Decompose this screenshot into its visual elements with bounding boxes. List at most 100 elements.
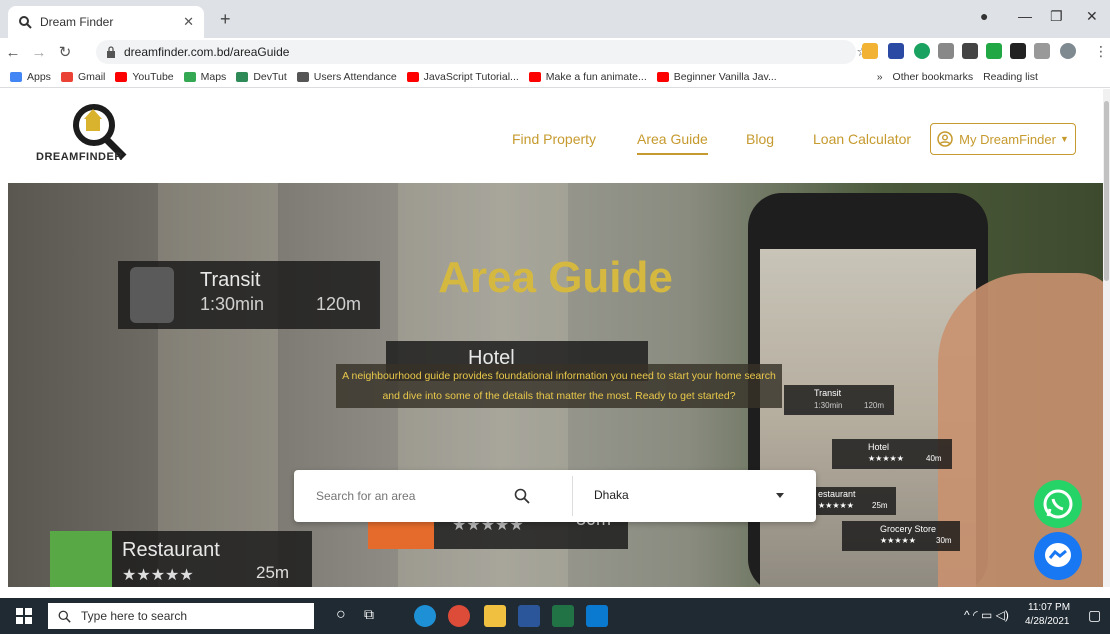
media-icon[interactable]: [1034, 43, 1050, 59]
bookmarks-bar: Apps Gmail YouTube Maps DevTut Users Attendan…: [0, 66, 1110, 88]
cortana-icon[interactable]: ○: [336, 606, 346, 624]
whatsapp-icon: [1043, 489, 1073, 519]
search-divider: [572, 476, 573, 516]
extension-icon[interactable]: [914, 43, 930, 59]
bookmark-icon: [296, 71, 309, 82]
bookmark-icon: [60, 71, 73, 82]
bookmark-label: Make a fun animate...: [545, 70, 647, 83]
bookmark-icon: [528, 71, 541, 82]
bookmark-item[interactable]: Gmail: [60, 70, 106, 83]
whatsapp-button[interactable]: [1034, 480, 1082, 528]
city-select[interactable]: Dhaka: [594, 488, 794, 502]
excel-app-icon[interactable]: [552, 605, 574, 627]
reload-icon[interactable]: ↻: [52, 43, 78, 61]
small-grocery-distance: 30m: [936, 536, 952, 545]
bookmark-icon: [236, 71, 249, 82]
edge-app-icon[interactable]: [414, 605, 436, 627]
back-icon[interactable]: ←: [0, 44, 26, 61]
windows-start-icon[interactable]: [16, 608, 32, 624]
other-bookmarks-folder[interactable]: Other bookmarks: [893, 71, 974, 83]
small-transit-title: Transit: [814, 388, 842, 398]
nav-area-guide[interactable]: Area Guide: [637, 131, 708, 155]
avatar[interactable]: [1060, 43, 1076, 59]
word-app-icon[interactable]: [518, 605, 540, 627]
small-grocery-sign: Grocery Store ★★★★★ 30m: [842, 521, 960, 551]
bookmark-item[interactable]: YouTube: [115, 71, 174, 83]
file-explorer-icon[interactable]: [484, 605, 506, 627]
bookmark-item[interactable]: Users Attendance: [296, 71, 397, 83]
forward-icon[interactable]: →: [26, 44, 52, 61]
lock-icon: [107, 46, 115, 58]
bookmark-label: Maps: [200, 70, 227, 83]
extension-icon[interactable]: [962, 43, 978, 59]
bookmark-label: Beginner Vanilla Jav...: [673, 70, 777, 83]
messenger-button[interactable]: [1034, 532, 1082, 580]
task-view-icon[interactable]: ⧉: [364, 606, 374, 623]
small-restaurant-distance: 25m: [872, 501, 888, 510]
search-icon[interactable]: [514, 488, 530, 504]
clock-date[interactable]: 4/28/2021: [1025, 616, 1070, 627]
small-grocery-title: Grocery Store: [880, 524, 937, 534]
bookmark-item[interactable]: JavaScript Tutorial...: [406, 70, 519, 83]
page-title: Area Guide: [438, 253, 673, 302]
clock-time[interactable]: 11:07 PM: [1028, 602, 1070, 613]
bookmark-item[interactable]: DevTut: [236, 70, 287, 83]
bookmark-label: Gmail: [77, 70, 106, 83]
restaurant-sign: Restaurant ★★★★★ 25m: [50, 531, 312, 587]
bookmark-item[interactable]: Maps: [183, 70, 227, 83]
small-grocery-stars: ★★★★★: [880, 536, 916, 545]
small-restaurant-sign: estaurant ★★★★★ 25m: [816, 487, 896, 515]
dreamfinder-logo[interactable]: DREAMFINDER: [36, 104, 136, 171]
restaurant-stars: ★★★★★: [122, 567, 194, 584]
bookmark-label: DevTut: [253, 70, 287, 83]
user-circle-icon: [937, 131, 953, 147]
minimize-button[interactable]: —: [1018, 8, 1032, 24]
small-restaurant-stars: ★★★★★: [818, 501, 854, 510]
url-text: dreamfinder.com.bd/areaGuide: [124, 45, 290, 59]
page-scrollbar[interactable]: [1103, 89, 1110, 587]
extension-icon[interactable]: [888, 43, 904, 59]
taskbar-search-placeholder: Type here to search: [81, 609, 188, 623]
taskbar-search[interactable]: Type here to search: [48, 603, 314, 629]
small-hotel-sign: Hotel ★★★★★ 40m: [832, 439, 952, 469]
close-window-button[interactable]: ✕: [1086, 8, 1098, 25]
browser-tab-bar: Dream Finder ✕ + ● — ❐ ✕: [0, 0, 1110, 38]
shield-extension-icon[interactable]: [986, 43, 1002, 59]
reading-list-button[interactable]: Reading list: [983, 71, 1038, 83]
new-tab-button[interactable]: +: [220, 9, 231, 30]
browser-tab[interactable]: Dream Finder ✕: [8, 6, 204, 38]
extension-icon[interactable]: [862, 43, 878, 59]
nav-loan-calculator[interactable]: Loan Calculator: [813, 131, 911, 147]
windows-taskbar: Type here to search ○ ⧉ ^ ◜ ▭ ◁) 11:07 P…: [0, 598, 1110, 634]
dreamfinder-favicon-icon: [19, 16, 32, 29]
bookmark-item[interactable]: Apps: [10, 71, 51, 83]
nav-find-property[interactable]: Find Property: [512, 131, 596, 147]
my-dreamfinder-button[interactable]: My DreamFinder ▼: [930, 123, 1076, 155]
close-tab-icon[interactable]: ✕: [183, 14, 194, 30]
bookmarks-overflow-button[interactable]: »: [877, 71, 883, 83]
caret-down-icon[interactable]: [776, 493, 784, 498]
logo-text: DREAMFINDER: [36, 151, 123, 163]
bookmark-item[interactable]: Beginner Vanilla Jav...: [656, 70, 777, 83]
small-hotel-title: Hotel: [868, 442, 890, 452]
restore-button[interactable]: ❐: [1050, 8, 1063, 25]
background-building: [158, 183, 278, 587]
scrollbar-thumb[interactable]: [1104, 101, 1109, 281]
restaurant-title: Restaurant: [122, 539, 220, 561]
caret-down-icon: ▼: [1059, 134, 1069, 144]
hero-description: A neighbourhood guide provides foundatio…: [336, 364, 782, 408]
menu-kebab-icon[interactable]: ⋮: [1094, 43, 1108, 60]
puzzle-extensions-icon[interactable]: [1010, 43, 1026, 59]
notification-icon[interactable]: ▢: [1088, 607, 1101, 624]
vscode-app-icon[interactable]: [586, 605, 608, 627]
logo-magnifier-icon: [73, 104, 127, 159]
profile-icon[interactable]: ●: [980, 8, 988, 24]
tray-icons[interactable]: ^ ◜ ▭ ◁): [964, 608, 1009, 622]
my-dreamfinder-label: My DreamFinder: [959, 131, 1056, 147]
bookmark-item[interactable]: Make a fun animate...: [528, 70, 647, 83]
nav-blog[interactable]: Blog: [746, 131, 774, 147]
address-bar[interactable]: dreamfinder.com.bd/areaGuide ☆: [96, 40, 868, 64]
camera-extension-icon[interactable]: [938, 43, 954, 59]
chrome-app-icon[interactable]: [448, 605, 470, 627]
bookmark-label: JavaScript Tutorial...: [423, 70, 519, 83]
